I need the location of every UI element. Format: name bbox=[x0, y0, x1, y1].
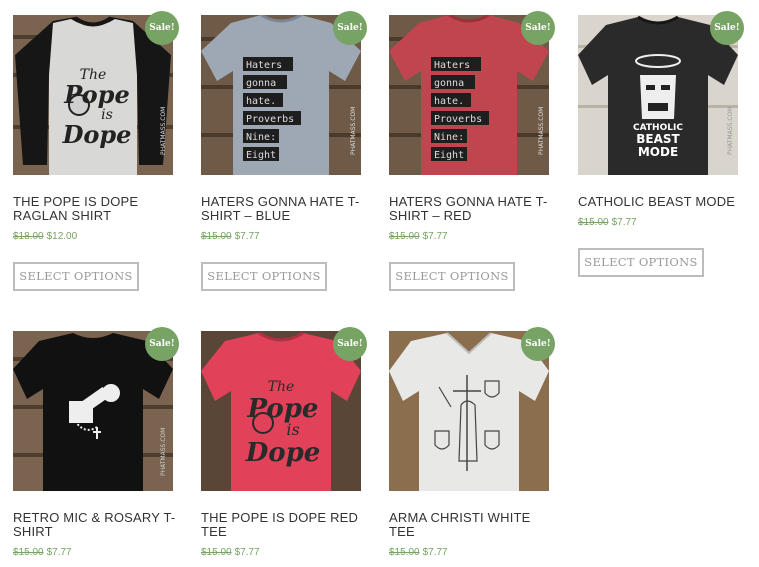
price: $15.00 $7.77 bbox=[13, 547, 173, 559]
sale-badge: Sale! bbox=[145, 11, 179, 45]
sale-badge: Sale! bbox=[145, 327, 179, 361]
product-title[interactable]: RETRO MIC & ROSARY T-SHIRT bbox=[13, 511, 183, 539]
product-title[interactable]: HATERS GONNA HATE T-SHIRT – BLUE bbox=[201, 195, 371, 223]
product-card: PHATMASS.COM Sale! RETRO MIC & ROSARY T-… bbox=[13, 327, 179, 559]
print-text: Haters bbox=[246, 60, 282, 71]
select-options-button[interactable]: SELECT OPTIONS bbox=[13, 262, 139, 291]
watermark: PHATMASS.COM bbox=[350, 107, 357, 155]
print-text: Haters bbox=[434, 60, 470, 71]
product-card: The Pope is Dope Sale! THE POPE IS DOPE … bbox=[201, 327, 367, 559]
sale-price: $7.77 bbox=[46, 547, 72, 558]
product-card: Sale! ARMA CHRISTI WHITE TEE $15.00 $7.77 bbox=[389, 327, 555, 559]
product-title[interactable]: ARMA CHRISTI WHITE TEE bbox=[389, 511, 559, 539]
watermark: PHATMASS.COM bbox=[727, 107, 734, 155]
price: $15.00 $7.77 bbox=[201, 231, 361, 243]
price: $15.00 $7.77 bbox=[389, 231, 549, 243]
sale-price: $7.77 bbox=[422, 547, 448, 558]
old-price: $15.00 bbox=[389, 231, 420, 242]
print-text: Pope bbox=[247, 394, 319, 424]
print-text: Nine: bbox=[246, 132, 276, 143]
print-text: Eight bbox=[434, 150, 464, 161]
old-price: $15.00 bbox=[13, 547, 44, 558]
print-text: MODE bbox=[638, 145, 678, 159]
print-text: The bbox=[268, 379, 295, 395]
sale-badge: Sale! bbox=[521, 327, 555, 361]
print-text: gonna bbox=[246, 78, 276, 89]
print-text: gonna bbox=[434, 78, 464, 89]
print-text: is bbox=[286, 420, 299, 439]
print-text: Proverbs bbox=[434, 114, 482, 125]
print-text: Pope bbox=[63, 80, 129, 109]
product-card: Haters gonna hate. Proverbs Nine: Eight … bbox=[201, 11, 367, 291]
select-options-button[interactable]: SELECT OPTIONS bbox=[201, 262, 327, 291]
sale-price: $12.00 bbox=[46, 231, 78, 242]
print-text: Nine: bbox=[434, 132, 464, 143]
print-text: Proverbs bbox=[246, 114, 294, 125]
product-card: The Pope is Dope PHATMASS.COM Sale! THE … bbox=[13, 11, 179, 291]
product-title[interactable]: HATERS GONNA HATE T-SHIRT – RED bbox=[389, 195, 559, 223]
old-price: $15.00 bbox=[578, 217, 609, 228]
sale-badge: Sale! bbox=[333, 327, 367, 361]
sale-badge: Sale! bbox=[333, 11, 367, 45]
sale-price: $7.77 bbox=[422, 231, 448, 242]
sale-price: $7.77 bbox=[234, 231, 260, 242]
print-text: Dope bbox=[62, 120, 132, 149]
product-card: Haters gonna hate. Proverbs Nine: Eight … bbox=[389, 11, 555, 291]
product-title[interactable]: CATHOLIC BEAST MODE bbox=[578, 195, 748, 209]
product-title[interactable]: THE POPE IS DOPE RED TEE bbox=[201, 511, 371, 539]
print-text: Eight bbox=[246, 150, 276, 161]
price: $15.00 $7.77 bbox=[578, 217, 738, 229]
old-price: $15.00 bbox=[389, 547, 420, 558]
price: $18.00 $12.00 bbox=[13, 231, 173, 243]
product-title[interactable]: THE POPE IS DOPE RAGLAN SHIRT bbox=[13, 195, 183, 223]
sale-price: $7.77 bbox=[234, 547, 260, 558]
select-options-button[interactable]: SELECT OPTIONS bbox=[389, 262, 515, 291]
price: $15.00 $7.77 bbox=[389, 547, 549, 559]
sale-badge: Sale! bbox=[521, 11, 555, 45]
sale-badge: Sale! bbox=[710, 11, 744, 45]
watermark: PHATMASS.COM bbox=[160, 107, 167, 155]
product-card: CATHOLIC BEAST MODE PHATMASS.COM Sale! C… bbox=[578, 11, 744, 277]
watermark: PHATMASS.COM bbox=[160, 428, 167, 476]
print-text: hate. bbox=[434, 96, 464, 107]
select-options-button[interactable]: SELECT OPTIONS bbox=[578, 248, 704, 277]
print-text: BEAST bbox=[636, 132, 680, 146]
old-price: $15.00 bbox=[201, 547, 232, 558]
sale-price: $7.77 bbox=[611, 217, 637, 228]
old-price: $18.00 bbox=[13, 231, 44, 242]
price: $15.00 $7.77 bbox=[201, 547, 361, 559]
print-text: Dope bbox=[245, 438, 321, 468]
print-text: hate. bbox=[246, 96, 276, 107]
old-price: $15.00 bbox=[201, 231, 232, 242]
watermark: PHATMASS.COM bbox=[538, 107, 545, 155]
